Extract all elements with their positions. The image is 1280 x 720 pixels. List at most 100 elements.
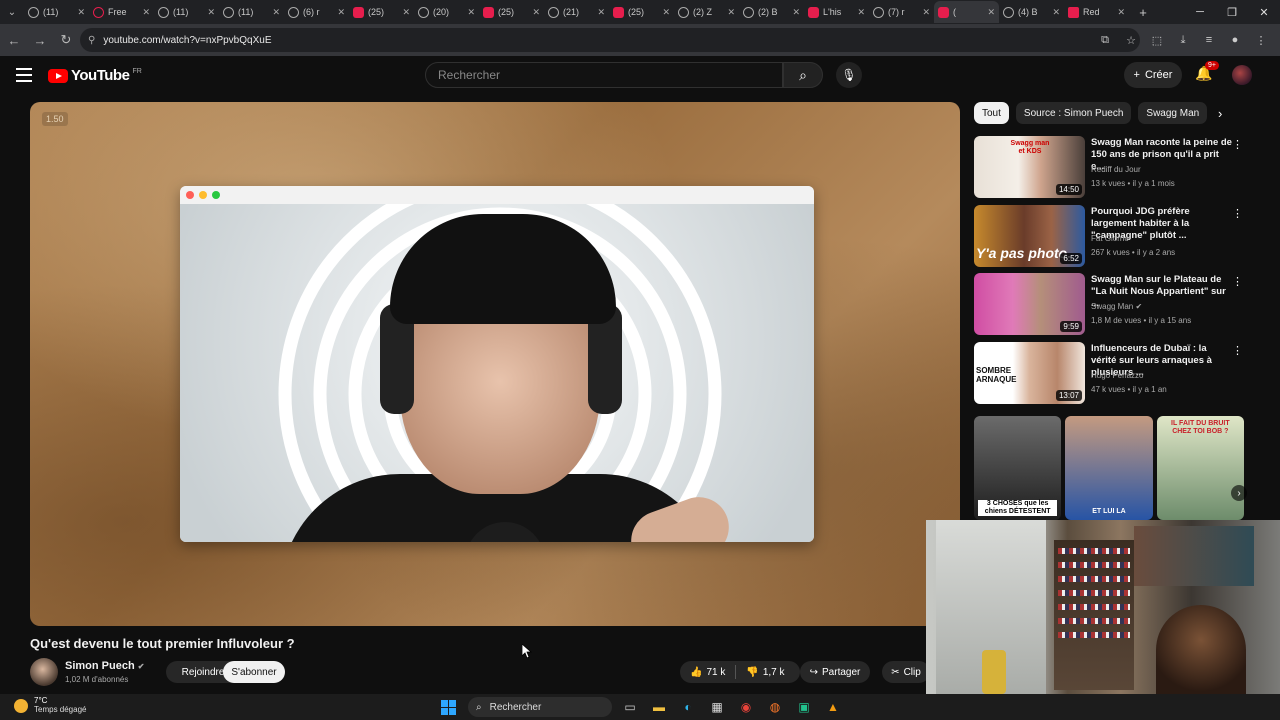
video-player[interactable]: 1.50: [30, 102, 960, 626]
bookmark-star-icon[interactable]: ☆: [1120, 28, 1142, 52]
chevron-right-icon[interactable]: ›: [1218, 106, 1222, 121]
cast-icon[interactable]: ⧉: [1094, 28, 1116, 52]
browser-tab[interactable]: (25) ✕: [479, 1, 544, 23]
channel-avatar[interactable]: [30, 658, 58, 686]
tab-close-icon[interactable]: ✕: [792, 7, 800, 18]
browser-tab[interactable]: Free ✕: [89, 1, 154, 23]
search-input[interactable]: Rechercher: [425, 62, 783, 88]
vlc-icon[interactable]: ▲: [823, 697, 843, 717]
extensions-icon[interactable]: ⬚: [1146, 28, 1168, 52]
recommendation-channel[interactable]: Hugo Penazzo: [1091, 371, 1143, 380]
tab-close-icon[interactable]: ✕: [532, 7, 540, 18]
browser-tab[interactable]: (21) ✕: [544, 1, 609, 23]
tab-close-icon[interactable]: ✕: [987, 7, 995, 18]
tab-close-icon[interactable]: ✕: [1052, 7, 1060, 18]
new-tab-button[interactable]: +: [1133, 5, 1153, 20]
recommendation-item[interactable]: Y'a pas photo 6:52 Pourquoi JDG préfère …: [974, 205, 1274, 269]
tab-search-icon[interactable]: ⌄: [0, 0, 24, 24]
app-green-icon[interactable]: ▣: [794, 697, 814, 717]
recommendation-item[interactable]: 9:59 Swagg Man sur le Plateau de "La Nui…: [974, 273, 1274, 337]
search-icon[interactable]: ⌕: [783, 62, 823, 88]
browser-tab[interactable]: (2) B ✕: [739, 1, 804, 23]
video-thumbnail[interactable]: 9:59: [974, 273, 1085, 335]
microphone-icon[interactable]: 🎙: [836, 62, 862, 88]
account-avatar[interactable]: [1232, 65, 1252, 85]
video-thumbnail[interactable]: Y'a pas photo 6:52: [974, 205, 1085, 267]
media-icon[interactable]: ≡: [1198, 28, 1220, 52]
browser-menu-icon[interactable]: ⋮: [1250, 28, 1272, 52]
short-item[interactable]: 3 CHOSES que les chiens DÉTESTENT: [974, 416, 1062, 520]
browser-tab[interactable]: (6) r ✕: [284, 1, 349, 23]
chip-all[interactable]: Tout: [974, 102, 1009, 124]
recommendation-channel[interactable]: Fat Giorno: [1091, 234, 1129, 243]
subscribe-button[interactable]: S'abonner: [223, 661, 285, 683]
browser-tab[interactable]: Red ✕: [1064, 1, 1129, 23]
tab-close-icon[interactable]: ✕: [272, 7, 280, 18]
restore-icon[interactable]: ❐: [1216, 0, 1248, 24]
tab-close-icon[interactable]: ✕: [1117, 7, 1125, 18]
browser-tab[interactable]: (11) ✕: [24, 1, 89, 23]
tab-close-icon[interactable]: ✕: [662, 7, 670, 18]
tab-close-icon[interactable]: ✕: [857, 7, 865, 18]
browser-tab[interactable]: (20) ✕: [414, 1, 479, 23]
browser-tab[interactable]: (4) B ✕: [999, 1, 1064, 23]
browser-tab[interactable]: (11) ✕: [154, 1, 219, 23]
tab-close-icon[interactable]: ✕: [467, 7, 475, 18]
clip-button[interactable]: ✂ Clip: [882, 661, 930, 683]
browser-tab[interactable]: (25) ✕: [349, 1, 414, 23]
site-info-icon[interactable]: ⚲: [88, 35, 95, 46]
browser-tab[interactable]: (25) ✕: [609, 1, 674, 23]
more-options-icon[interactable]: ⋮: [1232, 344, 1243, 357]
browser-tab[interactable]: (7) r ✕: [869, 1, 934, 23]
back-icon[interactable]: ←: [2, 28, 26, 52]
chip-source[interactable]: Source : Simon Puech: [1015, 102, 1132, 124]
edge-icon[interactable]: ◐: [678, 697, 698, 717]
tab-close-icon[interactable]: ✕: [402, 7, 410, 18]
windows-start-icon[interactable]: [441, 700, 456, 715]
tab-close-icon[interactable]: ✕: [77, 7, 85, 18]
channel-name[interactable]: Simon Puech ✔: [65, 660, 144, 672]
video-thumbnail[interactable]: Swagg man et KDS 14:50: [974, 136, 1085, 198]
reload-icon[interactable]: ↻: [54, 28, 78, 52]
tab-close-icon[interactable]: ✕: [727, 7, 735, 18]
short-item[interactable]: IL FAIT DU BRUIT CHEZ TOI BOB ?: [1156, 416, 1244, 520]
tab-close-icon[interactable]: ✕: [207, 7, 215, 18]
video-thumbnail[interactable]: SOMBRE ARNAQUE 13:07: [974, 342, 1085, 404]
address-bar[interactable]: ⚲ youtube.com/watch?v=nxPpvbQqXuE: [80, 28, 1140, 52]
taskbar-search[interactable]: ⌕ Rechercher: [468, 697, 612, 717]
like-button[interactable]: 👍 71 k: [680, 661, 735, 683]
more-options-icon[interactable]: ⋮: [1232, 275, 1243, 288]
tab-close-icon[interactable]: ✕: [597, 7, 605, 18]
tab-close-icon[interactable]: ✕: [337, 7, 345, 18]
downloads-icon[interactable]: ⤓: [1172, 28, 1194, 52]
browser-tab[interactable]: L'his ✕: [804, 1, 869, 23]
chrome-icon[interactable]: ◉: [736, 697, 756, 717]
close-window-icon[interactable]: ✕: [1248, 0, 1280, 24]
hamburger-menu-icon[interactable]: [16, 68, 32, 82]
forward-icon[interactable]: →: [28, 28, 52, 52]
more-options-icon[interactable]: ⋮: [1232, 138, 1243, 151]
recommendation-item[interactable]: Swagg man et KDS 14:50 Swagg Man raconte…: [974, 136, 1274, 200]
profile-icon[interactable]: ●: [1224, 28, 1246, 52]
chip-swagg-man[interactable]: Swagg Man: [1138, 102, 1208, 124]
weather-moon-icon[interactable]: [14, 699, 28, 713]
recommendation-item[interactable]: SOMBRE ARNAQUE 13:07 Influenceurs de Dub…: [974, 342, 1274, 406]
firefox-icon[interactable]: ◍: [765, 697, 785, 717]
store-icon[interactable]: ▦: [707, 697, 727, 717]
share-button[interactable]: ↪ Partager: [800, 661, 870, 683]
browser-tab[interactable]: (11) ✕: [219, 1, 284, 23]
create-button[interactable]: + Créer: [1124, 62, 1182, 88]
short-item[interactable]: ET LUI LA: [1065, 416, 1153, 520]
chevron-right-icon[interactable]: ›: [1231, 485, 1247, 501]
task-view-icon[interactable]: ▭: [620, 697, 640, 717]
youtube-logo[interactable]: YouTube FR: [48, 67, 142, 84]
browser-tab[interactable]: (✕: [934, 1, 999, 23]
dislike-button[interactable]: 👎 1,7 k: [736, 661, 794, 683]
file-explorer-icon[interactable]: ▬: [649, 697, 669, 717]
more-options-icon[interactable]: ⋮: [1232, 207, 1243, 220]
recommendation-channel[interactable]: Rediff du Jour: [1091, 165, 1141, 174]
tab-close-icon[interactable]: ✕: [922, 7, 930, 18]
browser-tab[interactable]: (2) Z ✕: [674, 1, 739, 23]
recommendation-channel[interactable]: Swagg Man ✔: [1091, 302, 1142, 311]
tab-close-icon[interactable]: ✕: [142, 7, 150, 18]
